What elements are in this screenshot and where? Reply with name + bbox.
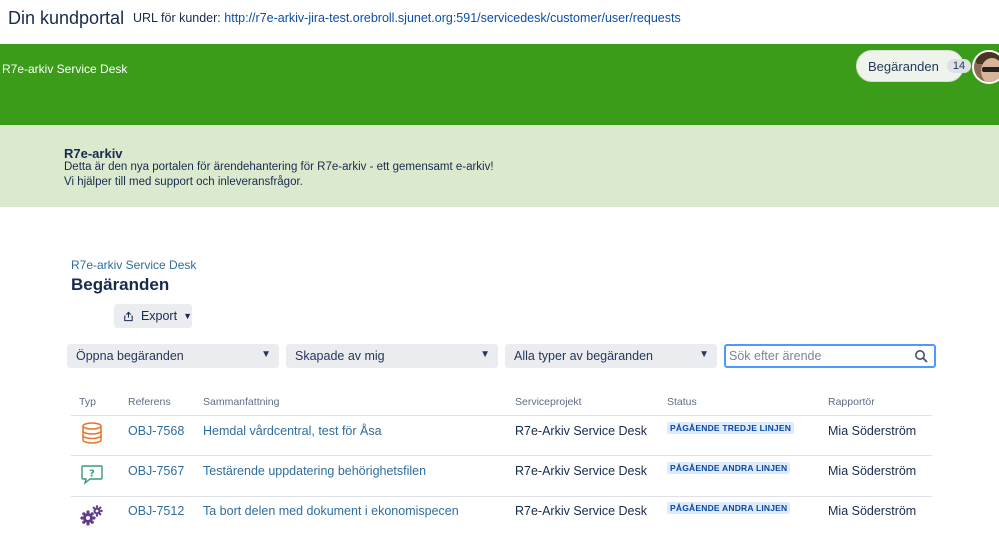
banner-text-line-2: Vi hjälper till med support och inlevera…: [64, 176, 303, 188]
request-project: R7e-Arkiv Service Desk: [515, 464, 647, 478]
banner-text-line-1: Detta är den nya portalen för ärendehant…: [64, 161, 494, 173]
service-desk-header: R7e-arkiv Service Desk Begäranden 14: [0, 44, 999, 125]
customer-url-link[interactable]: http://r7e-arkiv-jira-test.orebroll.sjun…: [224, 11, 680, 25]
column-header-type: Typ: [79, 396, 96, 408]
search-box[interactable]: [724, 344, 936, 368]
search-input[interactable]: [729, 348, 909, 364]
chevron-down-icon: ▼: [261, 349, 271, 360]
request-reporter: Mia Söderström: [828, 504, 917, 518]
page-title: Begäranden: [71, 275, 170, 294]
portal-title: Din kundportal: [8, 8, 125, 28]
svg-text:?: ?: [89, 469, 95, 480]
requests-button-label: Begäranden: [868, 58, 939, 74]
created-by-filter-value: Skapade av mig: [295, 349, 385, 363]
status-badge: PÅGÅENDE TREDJE LINJEN: [667, 422, 795, 434]
breadcrumb[interactable]: R7e-arkiv Service Desk: [71, 258, 196, 272]
requests-button[interactable]: Begäranden 14: [856, 50, 972, 82]
banner-title: R7e-arkiv: [64, 146, 123, 161]
request-reporter: Mia Söderström: [828, 424, 917, 438]
request-project: R7e-Arkiv Service Desk: [515, 424, 647, 438]
top-bar: Din kundportal URL för kunder: http://r7…: [0, 0, 999, 44]
export-icon: [124, 311, 133, 321]
url-label-text: URL för kunder:: [133, 11, 221, 25]
created-by-filter-select[interactable]: Skapade av mig ▼: [286, 344, 498, 368]
export-button[interactable]: Export ▼: [114, 304, 192, 328]
divider: [71, 415, 932, 416]
chevron-down-icon: ▼: [183, 311, 192, 321]
request-reporter: Mia Söderström: [828, 464, 917, 478]
column-header-project: Serviceprojekt: [515, 396, 582, 408]
request-summary[interactable]: Testärende uppdatering behörighetsfilen: [203, 464, 426, 478]
status-filter-value: Öppna begäranden: [76, 349, 184, 363]
divider: [71, 496, 932, 497]
announcement-banner: R7e-arkiv Detta är den nya portalen för …: [0, 125, 999, 207]
divider: [71, 455, 932, 456]
question-chat-icon: ?: [81, 465, 103, 485]
column-header-summary: Sammanfattning: [203, 396, 280, 408]
chevron-down-icon: ▼: [699, 349, 709, 360]
status-badge: PÅGÅENDE ANDRA LINJEN: [667, 462, 791, 474]
status-filter-select[interactable]: Öppna begäranden ▼: [67, 344, 279, 368]
request-reference[interactable]: OBJ-7567: [128, 464, 184, 478]
type-filter-value: Alla typer av begäranden: [514, 349, 653, 363]
type-filter-select[interactable]: Alla typer av begäranden ▼: [505, 344, 717, 368]
request-reference[interactable]: OBJ-7512: [128, 504, 184, 518]
url-label: URL för kunder: http://r7e-arkiv-jira-te…: [133, 11, 681, 25]
request-summary[interactable]: Hemdal vårdcentral, test för Åsa: [203, 424, 382, 438]
export-label: Export: [140, 309, 178, 323]
requests-count-badge: 14: [946, 59, 972, 73]
search-icon[interactable]: [914, 349, 928, 363]
column-header-reporter: Rapportör: [828, 396, 875, 408]
request-project: R7e-Arkiv Service Desk: [515, 504, 647, 518]
column-header-status: Status: [667, 396, 697, 408]
user-avatar[interactable]: [972, 50, 999, 84]
request-reference[interactable]: OBJ-7568: [128, 424, 184, 438]
chevron-down-icon: ▼: [480, 349, 490, 360]
database-icon: [82, 422, 102, 444]
column-header-reference: Referens: [128, 396, 171, 408]
gears-icon: [80, 505, 103, 526]
request-summary[interactable]: Ta bort delen med dokument i ekonomispec…: [203, 504, 459, 518]
status-badge: PÅGÅENDE ANDRA LINJEN: [667, 502, 791, 514]
service-desk-brand[interactable]: R7e-arkiv Service Desk: [2, 62, 127, 76]
